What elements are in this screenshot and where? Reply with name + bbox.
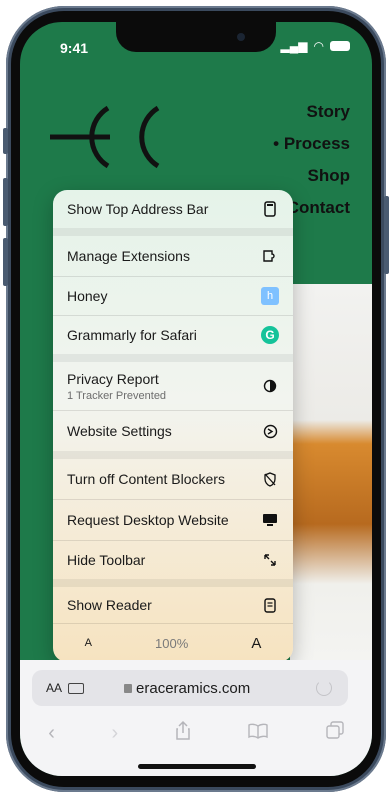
zoom-controls: A 100% A xyxy=(53,624,293,662)
menu-item-label: Honey xyxy=(67,288,108,304)
page-format-button[interactable]: AA xyxy=(46,681,62,695)
menu-item-show-reader[interactable]: Show Reader xyxy=(53,587,293,623)
menu-item-website-settings[interactable]: Website Settings xyxy=(53,411,293,451)
toolbar: ‹ › xyxy=(20,718,372,748)
menu-item-label: Manage Extensions xyxy=(67,248,190,264)
honey-icon: h xyxy=(261,287,279,305)
safari-bottom-bar: AA eraceramics.com ‹ › xyxy=(20,660,372,776)
notch xyxy=(116,22,276,52)
menu-item-label: Hide Toolbar xyxy=(67,552,146,568)
extensions-icon xyxy=(261,247,279,265)
menu-item-grammarly[interactable]: Grammarly for Safari G xyxy=(53,316,293,354)
share-icon[interactable] xyxy=(175,720,191,746)
site-logo xyxy=(50,105,160,169)
menu-item-label: Website Settings xyxy=(67,423,172,439)
zoom-level: 100% xyxy=(155,635,189,651)
privacy-report-text: Privacy Report 1 Tracker Prevented xyxy=(67,371,166,402)
url-text: eraceramics.com xyxy=(136,679,251,697)
status-icons: ▂▄▆ ◠ xyxy=(281,39,350,53)
screen: Story • Process Shop Contact 9:41 ▂▄▆ ◠ … xyxy=(20,22,372,776)
address-bar[interactable]: AA eraceramics.com xyxy=(32,670,348,706)
content-blocker-icon xyxy=(261,470,279,488)
nav-process[interactable]: • Process xyxy=(273,128,350,160)
wifi-icon: ◠ xyxy=(313,39,324,53)
volume-up-button xyxy=(3,178,8,226)
menu-item-honey[interactable]: Honey h xyxy=(53,277,293,315)
menu-item-hide-toolbar[interactable]: Hide Toolbar xyxy=(53,541,293,579)
home-indicator xyxy=(138,764,256,769)
menu-item-content-blockers[interactable]: Turn off Content Blockers xyxy=(53,459,293,499)
desktop-icon xyxy=(261,511,279,529)
signal-icon: ▂▄▆ xyxy=(280,39,308,53)
product-image xyxy=(290,284,372,684)
nav-story[interactable]: Story xyxy=(273,96,350,128)
menu-item-label: Show Reader xyxy=(67,597,152,613)
battery-icon xyxy=(330,41,350,51)
menu-item-request-desktop[interactable]: Request Desktop Website xyxy=(53,500,293,540)
nav-shop[interactable]: Shop xyxy=(273,160,351,192)
forward-icon[interactable]: › xyxy=(111,722,118,745)
menu-item-manage-extensions[interactable]: Manage Extensions xyxy=(53,236,293,276)
menu-separator xyxy=(53,228,293,236)
settings-icon xyxy=(261,422,279,440)
volume-down-button xyxy=(3,238,8,286)
tabs-icon[interactable] xyxy=(326,721,344,745)
zoom-in-button[interactable]: A xyxy=(251,635,261,652)
menu-item-sublabel: 1 Tracker Prevented xyxy=(67,389,167,402)
menu-item-show-top-address-bar[interactable]: Show Top Address Bar xyxy=(53,190,293,228)
resize-icon xyxy=(261,551,279,569)
power-button xyxy=(384,196,389,274)
silent-switch xyxy=(3,128,8,154)
page-settings-menu: Show Top Address Bar Manage Extensions H… xyxy=(53,190,293,662)
extension-icon[interactable] xyxy=(68,682,85,694)
menu-item-privacy-report[interactable]: Privacy Report 1 Tracker Prevented xyxy=(53,362,293,410)
grammarly-icon: G xyxy=(261,326,279,344)
menu-item-label: Grammarly for Safari xyxy=(67,327,197,343)
status-time: 9:41 xyxy=(60,40,89,56)
menu-separator xyxy=(53,451,293,459)
menu-separator xyxy=(53,579,293,587)
lock-icon xyxy=(124,683,133,693)
menu-item-label: Request Desktop Website xyxy=(67,512,229,528)
zoom-out-button[interactable]: A xyxy=(85,637,92,649)
privacy-icon xyxy=(261,377,279,395)
back-icon[interactable]: ‹ xyxy=(48,722,55,745)
menu-item-label: Privacy Report xyxy=(67,370,159,387)
reader-icon xyxy=(261,596,279,614)
menu-item-label: Show Top Address Bar xyxy=(67,201,209,217)
top-bar-icon xyxy=(261,200,279,218)
reload-icon[interactable] xyxy=(316,680,332,696)
url-display[interactable]: eraceramics.com xyxy=(124,680,250,697)
menu-item-label: Turn off Content Blockers xyxy=(67,471,225,487)
bookmarks-icon[interactable] xyxy=(247,722,269,745)
menu-separator xyxy=(53,354,293,362)
camera xyxy=(237,33,245,41)
